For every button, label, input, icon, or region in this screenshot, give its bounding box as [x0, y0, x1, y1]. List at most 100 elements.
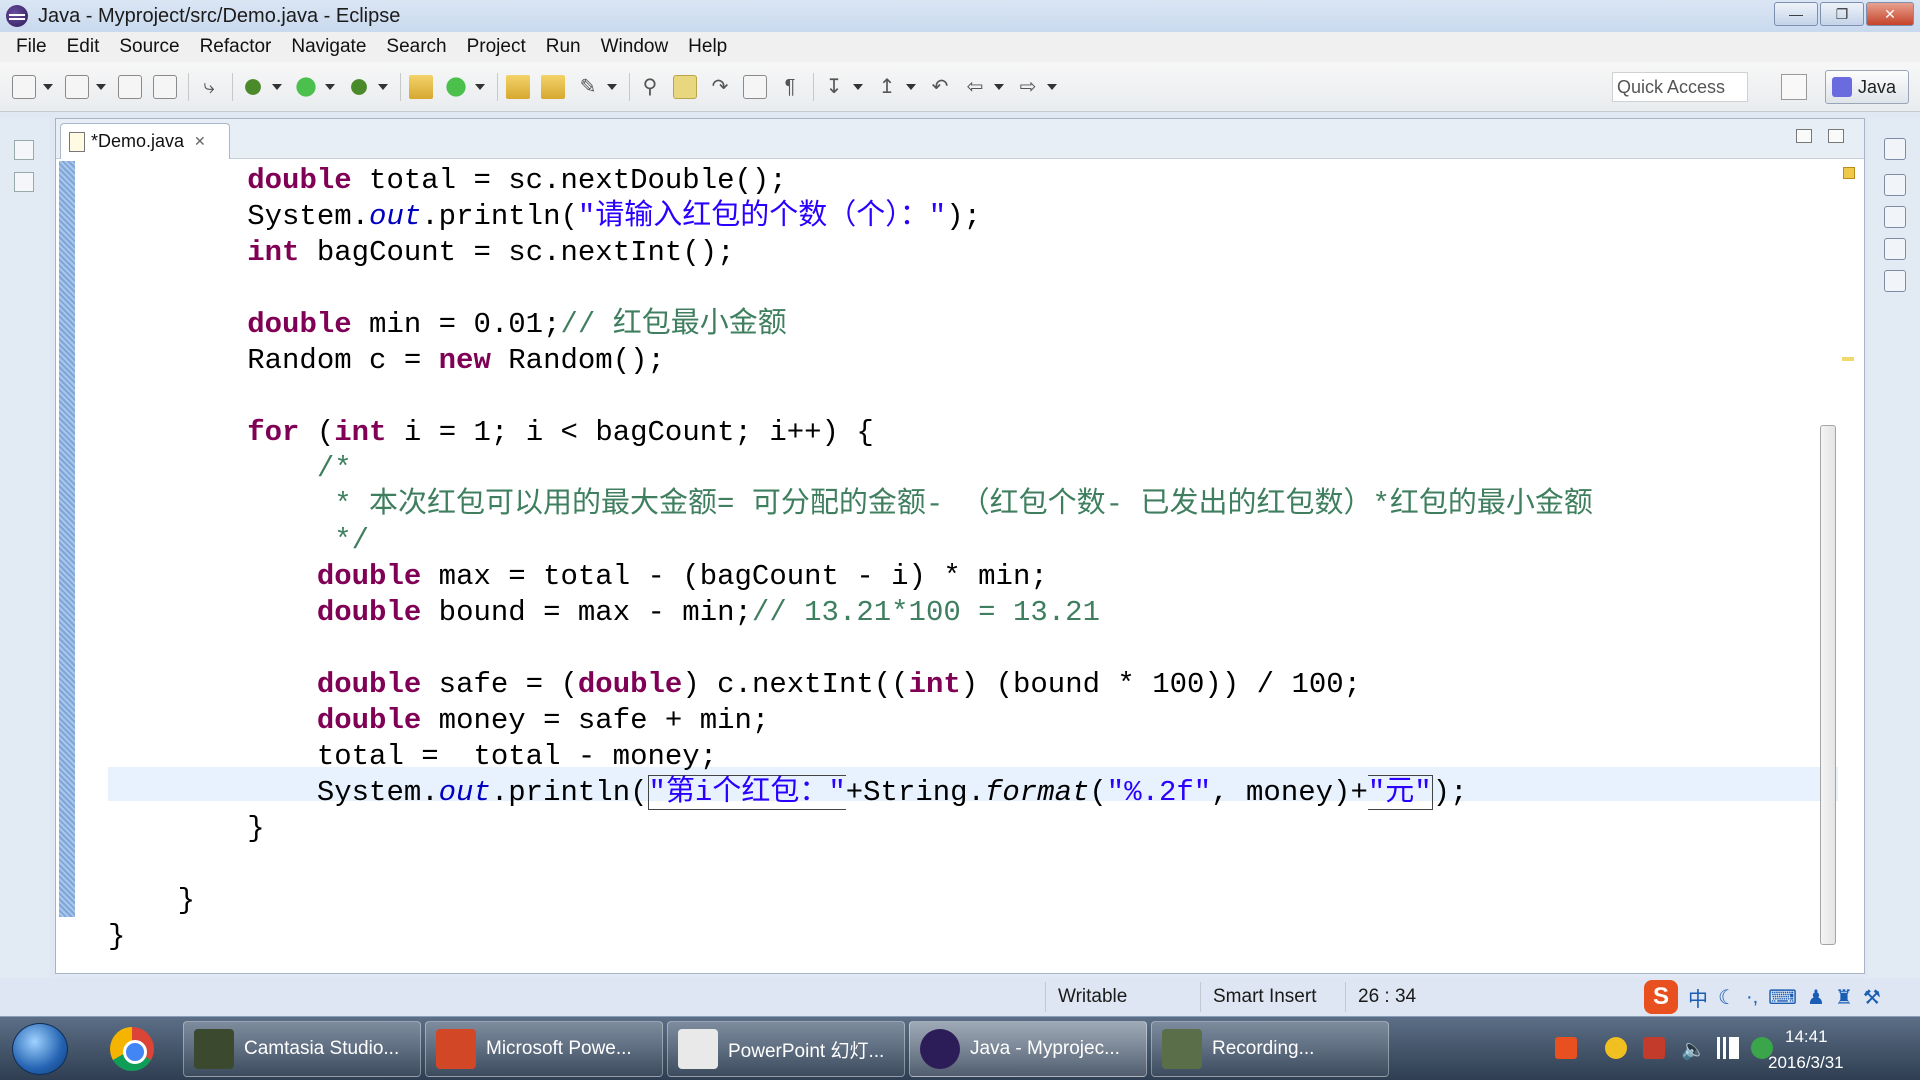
next-annotation-dropdown-icon[interactable]: [853, 83, 863, 90]
external-tools-dropdown-icon[interactable]: [378, 83, 388, 90]
open-perspective-icon[interactable]: [1781, 74, 1807, 100]
search-dropdown-icon[interactable]: [607, 83, 617, 90]
run-dropdown-icon[interactable]: [325, 83, 335, 90]
restore-view-icon[interactable]: [1884, 138, 1906, 160]
mark-occurrences-icon[interactable]: [673, 74, 697, 99]
search-icon[interactable]: ✎: [576, 75, 600, 99]
menu-help[interactable]: Help: [678, 36, 737, 58]
code-line[interactable]: [108, 379, 1593, 415]
warning-icon[interactable]: [1843, 167, 1855, 179]
taskbar-powerpoint[interactable]: Microsoft Powe...: [425, 1021, 663, 1077]
new-project-dropdown-icon[interactable]: [96, 83, 106, 90]
occurrence-marker[interactable]: [1842, 357, 1854, 361]
new-project-icon[interactable]: [65, 74, 89, 99]
app-tray-icon[interactable]: [1643, 1037, 1665, 1059]
package-explorer-icon[interactable]: [14, 172, 34, 192]
skip-breakpoints-icon[interactable]: ⤷: [197, 75, 221, 99]
previous-annotation-icon[interactable]: ↥: [875, 75, 899, 99]
restore-view-icon[interactable]: [14, 140, 34, 160]
javadoc-view-icon[interactable]: [1884, 206, 1906, 228]
taskbar-recording[interactable]: Recording...: [1151, 1021, 1389, 1077]
new-icon[interactable]: [12, 74, 36, 99]
open-type-icon[interactable]: [506, 74, 530, 99]
console-view-icon[interactable]: [1884, 270, 1906, 292]
minimize-editor-icon[interactable]: [1796, 129, 1812, 143]
new-class-icon[interactable]: [444, 74, 468, 99]
menu-search[interactable]: Search: [376, 36, 456, 58]
keyboard-icon[interactable]: ⌨: [1768, 985, 1797, 1010]
code-line[interactable]: double total = sc.nextDouble();: [108, 163, 1593, 199]
run-icon[interactable]: [294, 74, 318, 99]
save-icon[interactable]: [118, 74, 142, 99]
next-annotation-icon[interactable]: ↧: [822, 75, 846, 99]
code-line[interactable]: double money = safe + min;: [108, 703, 1593, 739]
minimize-button[interactable]: —: [1774, 2, 1818, 26]
toggle-breadcrumb-icon[interactable]: ⚲: [638, 75, 662, 99]
code-line[interactable]: }: [108, 883, 1593, 919]
maximize-editor-icon[interactable]: [1828, 129, 1844, 143]
sogou-tray-icon[interactable]: [1555, 1037, 1577, 1059]
taskbar-camtasia[interactable]: Camtasia Studio...: [183, 1021, 421, 1077]
new-package-icon[interactable]: [409, 74, 433, 99]
clock-date[interactable]: 2016/3/31: [1768, 1053, 1844, 1073]
back-icon[interactable]: ⇦: [963, 75, 987, 99]
last-edit-location-icon[interactable]: ↶: [928, 75, 952, 99]
menu-window[interactable]: Window: [591, 36, 679, 58]
code-line[interactable]: double safe = (double) c.nextInt((int) (…: [108, 667, 1593, 703]
menu-navigate[interactable]: Navigate: [281, 36, 376, 58]
taskbar-powerpoint-slideshow[interactable]: PowerPoint 幻灯...: [667, 1021, 905, 1077]
code-line[interactable]: int bagCount = sc.nextInt();: [108, 235, 1593, 271]
code-line[interactable]: }: [108, 811, 1593, 847]
taskbar-eclipse[interactable]: Java - Myprojec...: [909, 1021, 1147, 1077]
code-line[interactable]: for (int i = 1; i < bagCount; i++) {: [108, 415, 1593, 451]
new-class-dropdown-icon[interactable]: [475, 83, 485, 90]
pilcrow-icon[interactable]: ¶: [778, 75, 802, 99]
skin-icon[interactable]: ♜: [1835, 985, 1853, 1010]
menu-refactor[interactable]: Refactor: [190, 36, 282, 58]
tab-demo-java[interactable]: *Demo.java ✕: [60, 123, 230, 159]
open-task-icon[interactable]: [541, 74, 565, 99]
close-button[interactable]: ✕: [1866, 2, 1914, 26]
start-button[interactable]: [12, 1023, 68, 1075]
sogou-logo-icon[interactable]: S: [1644, 980, 1678, 1014]
code-line[interactable]: System.out.println("请输入红包的个数（个）：");: [108, 199, 1593, 235]
save-all-icon[interactable]: [153, 74, 177, 99]
clock-time[interactable]: 14:41: [1785, 1027, 1828, 1047]
code-line[interactable]: System.out.println("第i个红包："+String.forma…: [108, 775, 1593, 811]
code-line[interactable]: * 本次红包可以用的最大金额= 可分配的金额- （红包个数- 已发出的红包数）*…: [108, 487, 1593, 523]
show-whitespace-icon[interactable]: [743, 74, 767, 99]
problems-view-icon[interactable]: [1884, 174, 1906, 196]
code-line[interactable]: [108, 271, 1593, 307]
forward-icon[interactable]: ⇨: [1016, 75, 1040, 99]
security-tray-icon[interactable]: [1605, 1037, 1627, 1059]
ime-language-toggle[interactable]: 中: [1688, 983, 1708, 1012]
code-line[interactable]: /*: [108, 451, 1593, 487]
tools-icon[interactable]: ⚒: [1863, 985, 1881, 1010]
declaration-view-icon[interactable]: [1884, 238, 1906, 260]
java-perspective-button[interactable]: Java: [1825, 70, 1909, 104]
volume-icon[interactable]: 🔈: [1681, 1037, 1706, 1061]
code-line[interactable]: total = total - money;: [108, 739, 1593, 775]
code-line[interactable]: [108, 847, 1593, 883]
vertical-scrollbar-thumb[interactable]: [1820, 425, 1836, 945]
restore-button[interactable]: ❐: [1820, 2, 1864, 26]
menu-source[interactable]: Source: [109, 36, 189, 58]
menu-project[interactable]: Project: [457, 36, 536, 58]
network-icon[interactable]: [1717, 1037, 1739, 1059]
debug-dropdown-icon[interactable]: [272, 83, 282, 90]
external-tools-icon[interactable]: [347, 74, 371, 99]
code-line[interactable]: */: [108, 523, 1593, 559]
block-selection-icon[interactable]: ↷: [708, 75, 732, 99]
code-line[interactable]: [108, 631, 1593, 667]
forward-dropdown-icon[interactable]: [1047, 83, 1057, 90]
user-icon[interactable]: ♟: [1807, 985, 1825, 1010]
menu-run[interactable]: Run: [536, 36, 591, 58]
close-tab-icon[interactable]: ✕: [194, 133, 206, 150]
menu-edit[interactable]: Edit: [57, 36, 110, 58]
new-dropdown-icon[interactable]: [43, 83, 53, 90]
horizontal-scrollbar[interactable]: [116, 947, 1816, 963]
vertical-scrollbar[interactable]: [1818, 163, 1838, 945]
previous-annotation-dropdown-icon[interactable]: [906, 83, 916, 90]
half-width-icon[interactable]: ☾: [1718, 985, 1736, 1010]
menu-file[interactable]: File: [6, 36, 57, 58]
